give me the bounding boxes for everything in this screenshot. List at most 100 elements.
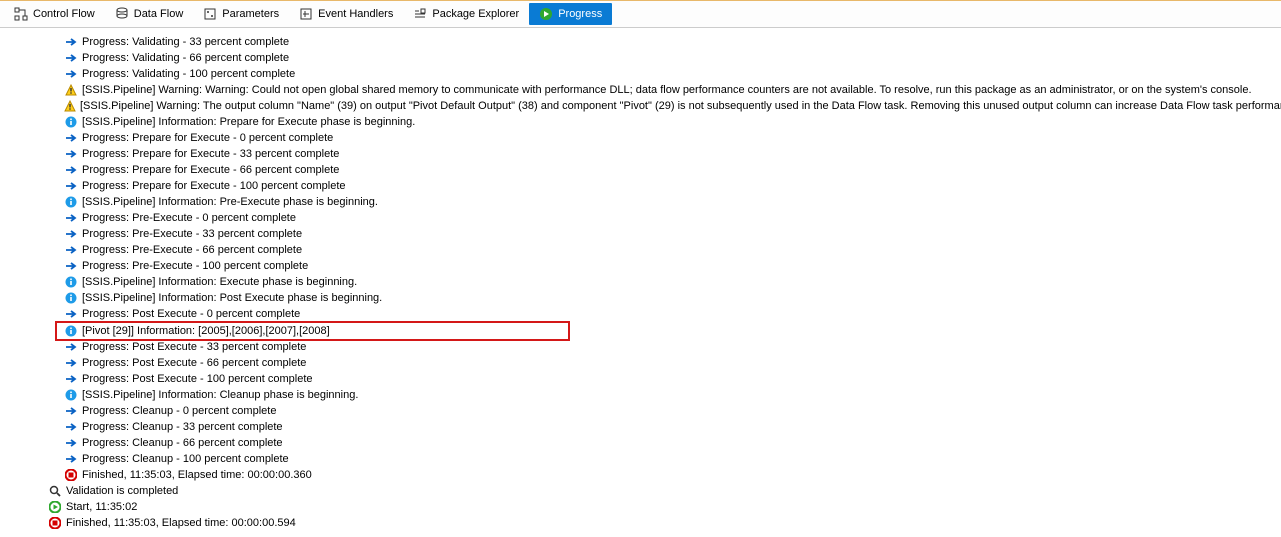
log-row: Progress: Validating - 33 percent comple… [0,34,1281,50]
arrow-icon [64,421,78,434]
log-row: Progress: Pre-Execute - 33 percent compl… [0,226,1281,242]
arrow-icon [64,308,78,321]
tab-label: Event Handlers [318,8,393,20]
info-icon [64,325,78,338]
log-row: [SSIS.Pipeline] Warning: Warning: Could … [0,82,1281,98]
log-text: Progress: Pre-Execute - 100 percent comp… [82,258,308,274]
control-flow-icon [14,7,28,21]
info-icon [64,389,78,402]
warning-icon [64,84,78,97]
tab-package-explorer[interactable]: Package Explorer [403,3,529,25]
tab-label: Control Flow [33,8,95,20]
tab-label: Parameters [222,8,279,20]
log-row: Validation is completed [0,483,1281,499]
log-row: Progress: Cleanup - 0 percent complete [0,403,1281,419]
log-text: Progress: Prepare for Execute - 100 perc… [82,178,346,194]
log-text: Validation is completed [66,483,178,499]
arrow-icon [64,405,78,418]
arrow-icon [64,52,78,65]
log-text: Start, 11:35:02 [66,499,137,515]
log-text: [SSIS.Pipeline] Information: Execute pha… [82,274,357,290]
log-row: Progress: Validating - 100 percent compl… [0,66,1281,82]
log-text: Progress: Cleanup - 33 percent complete [82,419,283,435]
parameters-icon [203,7,217,21]
magnifier-icon [48,485,62,498]
log-text: [Pivot [29]] Information: [2005],[2006],… [82,325,330,337]
log-row: Progress: Validating - 66 percent comple… [0,50,1281,66]
tab-label: Package Explorer [432,8,519,20]
arrow-icon [64,164,78,177]
log-row: Progress: Prepare for Execute - 33 perce… [0,146,1281,162]
tab-bar: Control Flow Data Flow Parameters Event … [0,0,1281,28]
log-row: Progress: Post Execute - 0 percent compl… [0,306,1281,322]
arrow-icon [64,373,78,386]
log-text: Progress: Post Execute - 100 percent com… [82,371,313,387]
log-row: [SSIS.Pipeline] Information: Cleanup pha… [0,387,1281,403]
log-text: Progress: Cleanup - 0 percent complete [82,403,276,419]
event-handlers-icon [299,7,313,21]
log-row: [SSIS.Pipeline] Information: Pre-Execute… [0,194,1281,210]
log-row: [SSIS.Pipeline] Information: Post Execut… [0,290,1281,306]
log-row: Progress: Prepare for Execute - 100 perc… [0,178,1281,194]
stop-icon [64,469,78,482]
stop-icon [48,517,62,530]
log-row: [SSIS.Pipeline] Warning: The output colu… [0,98,1281,114]
log-text: [SSIS.Pipeline] Warning: Warning: Could … [82,82,1252,98]
log-text: Progress: Post Execute - 66 percent comp… [82,355,306,371]
log-row: Progress: Post Execute - 33 percent comp… [0,339,1281,355]
log-text: Progress: Prepare for Execute - 33 perce… [82,146,339,162]
log-text: Progress: Post Execute - 0 percent compl… [82,306,300,322]
arrow-icon [64,437,78,450]
highlighted-log-row: [Pivot [29]] Information: [2005],[2006],… [55,321,570,341]
info-icon [64,276,78,289]
log-row: [SSIS.Pipeline] Information: Execute pha… [0,274,1281,290]
log-row: Progress: Prepare for Execute - 0 percen… [0,130,1281,146]
arrow-icon [64,453,78,466]
log-row: Finished, 11:35:03, Elapsed time: 00:00:… [0,515,1281,531]
arrow-icon [64,357,78,370]
info-icon [64,116,78,129]
log-text: Progress: Prepare for Execute - 66 perce… [82,162,339,178]
log-text: Progress: Pre-Execute - 33 percent compl… [82,226,302,242]
log-text: [SSIS.Pipeline] Information: Cleanup pha… [82,387,358,403]
log-row: Progress: Cleanup - 33 percent complete [0,419,1281,435]
log-text: Progress: Prepare for Execute - 0 percen… [82,130,333,146]
arrow-icon [64,132,78,145]
log-text: Progress: Cleanup - 66 percent complete [82,435,283,451]
arrow-icon [64,260,78,273]
log-text: Progress: Pre-Execute - 0 percent comple… [82,210,296,226]
log-text: Progress: Pre-Execute - 66 percent compl… [82,242,302,258]
arrow-icon [64,180,78,193]
data-flow-icon [115,7,129,21]
log-row: Progress: Pre-Execute - 0 percent comple… [0,210,1281,226]
tab-parameters[interactable]: Parameters [193,3,289,25]
tab-control-flow[interactable]: Control Flow [4,3,105,25]
package-explorer-icon [413,7,427,21]
log-row: Progress: Cleanup - 100 percent complete [0,451,1281,467]
arrow-icon [64,244,78,257]
log-text: Progress: Post Execute - 33 percent comp… [82,339,306,355]
log-text: [SSIS.Pipeline] Information: Pre-Execute… [82,194,378,210]
tab-label: Progress [558,8,602,20]
progress-log: Progress: Validating - 33 percent comple… [0,28,1281,537]
tab-event-handlers[interactable]: Event Handlers [289,3,403,25]
info-icon [64,196,78,209]
log-text: Progress: Validating - 33 percent comple… [82,34,289,50]
log-row: Finished, 11:35:03, Elapsed time: 00:00:… [0,467,1281,483]
arrow-icon [64,212,78,225]
log-row: [SSIS.Pipeline] Information: Prepare for… [0,114,1281,130]
log-text: [SSIS.Pipeline] Information: Prepare for… [82,114,415,130]
log-text: Progress: Validating - 100 percent compl… [82,66,295,82]
tab-label: Data Flow [134,8,184,20]
log-row: Progress: Cleanup - 66 percent complete [0,435,1281,451]
arrow-icon [64,341,78,354]
tab-progress[interactable]: Progress [529,3,612,25]
log-row: Progress: Prepare for Execute - 66 perce… [0,162,1281,178]
info-icon [64,292,78,305]
log-row: Progress: Post Execute - 100 percent com… [0,371,1281,387]
tab-data-flow[interactable]: Data Flow [105,3,194,25]
arrow-icon [64,36,78,49]
arrow-icon [64,228,78,241]
log-text: Finished, 11:35:03, Elapsed time: 00:00:… [82,467,312,483]
arrow-icon [64,148,78,161]
